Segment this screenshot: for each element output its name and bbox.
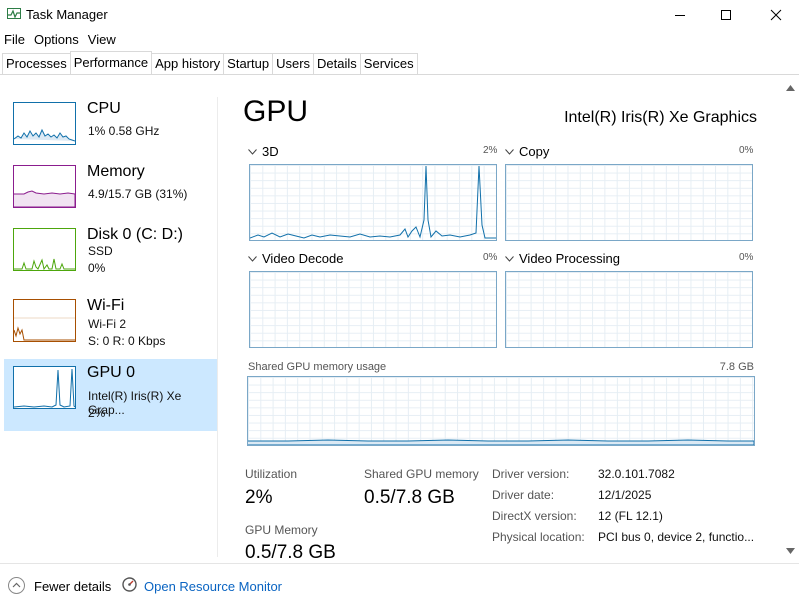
utilization-value: 2% xyxy=(245,487,273,508)
engine-name: Copy xyxy=(519,144,550,159)
close-button[interactable] xyxy=(753,0,799,30)
sidebar-detail: Intel(R) Iris(R) Xe Grap... xyxy=(88,389,182,417)
engine-graph-video-decode xyxy=(249,271,497,348)
gpu-memory-value: 0.5/7.8 GB xyxy=(245,542,336,560)
gpu-memory-label: GPU Memory xyxy=(245,523,318,537)
page-title: GPU xyxy=(243,95,309,128)
driver-version-label: Driver version: xyxy=(492,467,570,481)
tab-app-history[interactable]: App history xyxy=(151,53,225,74)
physical-location-label: Physical location: xyxy=(492,530,585,544)
resource-monitor-icon xyxy=(122,577,137,592)
menu-options[interactable]: Options xyxy=(30,31,83,49)
vertical-scrollbar[interactable] xyxy=(782,75,799,561)
utilization-label: Utilization xyxy=(245,467,298,481)
sidebar-detail: 1% 0.58 GHz xyxy=(88,124,160,138)
engine-name: 3D xyxy=(262,144,279,159)
sidebar-item-memory[interactable]: Memory 4.9/15.7 GB (31%) xyxy=(4,158,217,230)
shared-memory-line xyxy=(248,439,754,445)
graph-3d-line xyxy=(250,165,496,239)
driver-version-value: 32.0.101.7082 xyxy=(598,467,675,481)
engine-selector-video-decode[interactable]: Video Decode xyxy=(248,251,343,266)
sidebar-title: GPU 0 xyxy=(87,364,136,381)
resource-sidebar: CPU 1% 0.58 GHz Memory 4.9/15.7 GB (31%)… xyxy=(0,75,217,560)
shared-memory-graph xyxy=(247,376,755,446)
sidebar-title: Memory xyxy=(87,163,145,180)
sidebar-item-cpu[interactable]: CPU 1% 0.58 GHz xyxy=(4,95,217,167)
engine-percent: 0% xyxy=(739,252,754,263)
engine-name: Video Processing xyxy=(519,251,620,266)
sidebar-detail: 0% xyxy=(88,261,106,275)
engine-graph-video-processing xyxy=(505,271,753,348)
engine-percent: 0% xyxy=(483,252,498,263)
chevron-down-icon xyxy=(248,255,257,262)
sidebar-detail: 4.9/15.7 GB (31%) xyxy=(88,187,188,201)
fewer-details-button[interactable] xyxy=(8,577,25,594)
chevron-down-icon xyxy=(505,255,514,262)
chevron-down-icon xyxy=(505,148,514,155)
open-resource-monitor-link[interactable]: Open Resource Monitor xyxy=(144,579,282,594)
close-icon xyxy=(770,9,782,21)
sidebar-detail: SSD xyxy=(88,244,113,258)
chevron-up-icon xyxy=(12,582,21,588)
tab-startup[interactable]: Startup xyxy=(223,53,274,74)
maximize-icon xyxy=(721,10,731,20)
minimize-button[interactable] xyxy=(657,0,703,30)
driver-date-value: 12/1/2025 xyxy=(598,488,652,502)
footer-bar: Fewer details Open Resource Monitor xyxy=(0,563,799,613)
driver-date-label: Driver date: xyxy=(492,488,555,502)
memory-thumbnail-graph xyxy=(13,165,76,208)
menu-file[interactable]: File xyxy=(0,31,29,49)
tab-users[interactable]: Users xyxy=(272,53,315,74)
tab-performance[interactable]: Performance xyxy=(69,51,153,73)
sidebar-title: Wi-Fi xyxy=(87,297,125,314)
shared-memory-max: 7.8 GB xyxy=(719,361,754,373)
sidebar-title: Disk 0 (C: D:) xyxy=(87,226,183,243)
wifi-thumbnail-graph xyxy=(13,299,76,342)
maximize-button[interactable] xyxy=(703,0,749,30)
sidebar-detail: Wi-Fi 2 xyxy=(88,317,126,331)
engine-percent: 2% xyxy=(483,145,498,156)
window-title: Task Manager xyxy=(26,7,108,22)
gpu-model-name: Intel(R) Iris(R) Xe Graphics xyxy=(564,109,757,126)
cpu-thumbnail-graph xyxy=(13,102,76,145)
physical-location-value: PCI bus 0, device 2, functio... xyxy=(598,530,755,544)
shared-memory-label: Shared GPU memory usage xyxy=(248,361,387,373)
sidebar-title: CPU xyxy=(87,100,121,117)
engine-name: Video Decode xyxy=(262,251,344,266)
disk-thumbnail-graph xyxy=(13,228,76,271)
engine-selector-video-processing[interactable]: Video Processing xyxy=(505,251,620,266)
chevron-down-icon xyxy=(248,148,257,155)
sidebar-item-wifi[interactable]: Wi-Fi Wi-Fi 2 S: 0 R: 0 Kbps xyxy=(4,292,217,364)
directx-version-value: 12 (FL 12.1) xyxy=(598,509,663,523)
sidebar-detail: S: 0 R: 0 Kbps xyxy=(88,334,166,348)
sidebar-item-gpu[interactable]: GPU 0 Intel(R) Iris(R) Xe Grap... 2% xyxy=(4,359,217,431)
engine-selector-3d[interactable]: 3D xyxy=(248,144,279,159)
gpu-thumbnail-graph xyxy=(13,366,76,409)
menu-bar: File Options View xyxy=(0,31,121,49)
directx-version-label: DirectX version: xyxy=(492,509,577,523)
task-manager-icon xyxy=(7,8,21,19)
tab-processes[interactable]: Processes xyxy=(2,53,71,74)
fewer-details-link[interactable]: Fewer details xyxy=(34,579,111,594)
sidebar-item-disk[interactable]: Disk 0 (C: D:) SSD 0% xyxy=(4,221,217,293)
engine-graph-3d xyxy=(249,164,497,241)
sidebar-detail: 2% xyxy=(88,406,106,420)
shared-memory-stat-label: Shared GPU memory xyxy=(364,467,479,481)
tab-details[interactable]: Details xyxy=(313,53,361,74)
tab-strip: Processes Performance App history Startu… xyxy=(2,51,418,74)
scroll-down-icon[interactable] xyxy=(786,548,795,554)
tab-services[interactable]: Services xyxy=(359,53,418,74)
minimize-icon xyxy=(675,15,685,16)
title-bar: Task Manager xyxy=(0,0,799,30)
menu-view[interactable]: View xyxy=(84,31,120,49)
engine-selector-copy[interactable]: Copy xyxy=(505,144,549,159)
engine-percent: 0% xyxy=(739,145,754,156)
scroll-up-icon[interactable] xyxy=(786,85,795,91)
engine-graph-copy xyxy=(505,164,753,241)
sidebar-divider xyxy=(217,97,218,557)
shared-memory-stat-value: 0.5/7.8 GB xyxy=(364,487,455,508)
